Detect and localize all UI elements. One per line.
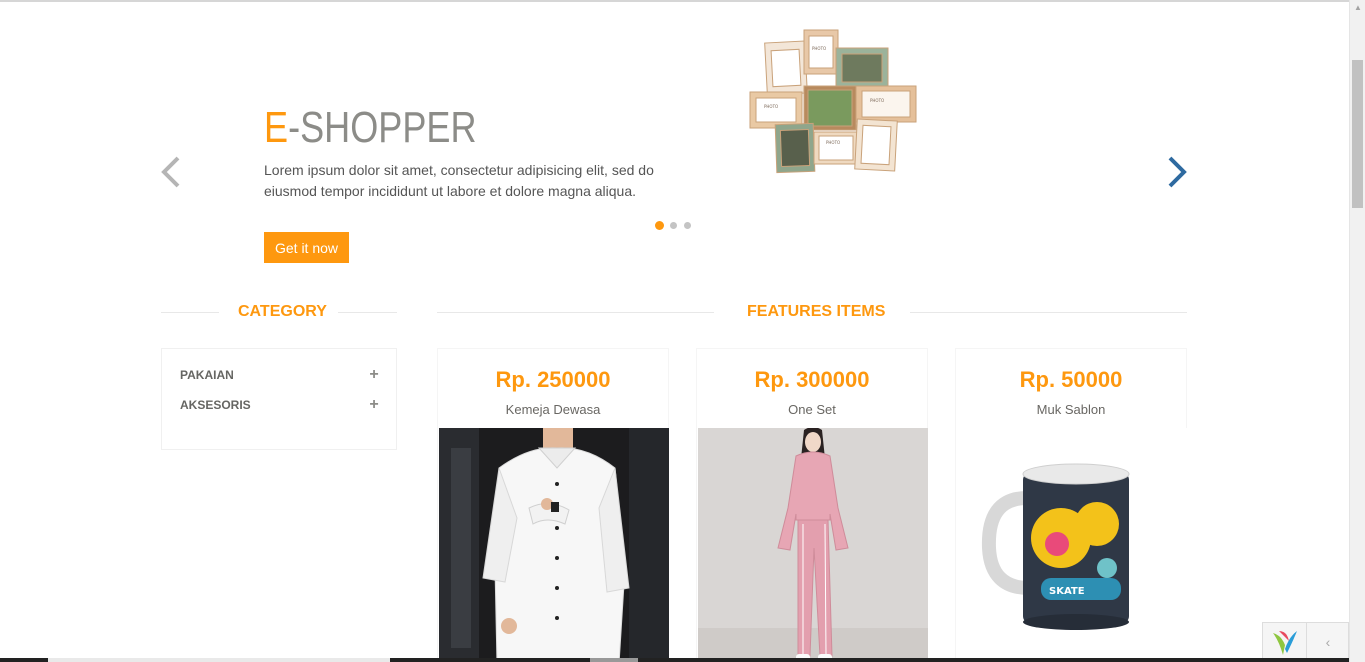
page-scrollbar[interactable]: ▲ [1349, 0, 1365, 662]
category-title-line-left [161, 312, 219, 313]
slider-brand-title: E-SHOPPER [264, 103, 477, 153]
slider-image-photo-frames: PHOTO PHOTO PHOTO PHOTO [748, 28, 920, 178]
yii-logo-icon[interactable] [1263, 623, 1307, 661]
bottom-strip [0, 658, 1349, 662]
product-name[interactable]: One Set [697, 402, 927, 417]
slider-dot-1[interactable] [655, 221, 664, 230]
svg-text:SKATE: SKATE [1049, 586, 1085, 597]
plus-icon[interactable]: + [368, 366, 380, 384]
category-label: PAKAIAN [180, 368, 234, 382]
get-it-now-button[interactable]: Get it now [264, 232, 349, 263]
features-title-line-left [437, 312, 714, 313]
top-border [0, 0, 1349, 2]
product-price: Rp. 300000 [754, 367, 870, 392]
svg-text:PHOTO: PHOTO [812, 46, 826, 51]
product-image-pink-tracksuit[interactable] [698, 428, 928, 662]
product-card[interactable]: Rp. 300000 One Set [696, 348, 928, 662]
product-card[interactable]: Rp. 50000 Muk Sablon SKATE [955, 348, 1187, 662]
chevron-right-icon [1168, 156, 1187, 188]
svg-text:PHOTO: PHOTO [764, 104, 778, 109]
slider-dot-3[interactable] [683, 221, 692, 230]
slider-description: Lorem ipsum dolor sit amet, consectetur … [264, 162, 654, 199]
category-item-pakaian[interactable]: PAKAIAN + [180, 365, 380, 385]
features-title: FEATURES ITEMS [747, 303, 886, 320]
product-price: Rp. 250000 [495, 367, 611, 392]
product-image-printed-mug[interactable]: SKATE [957, 428, 1187, 662]
scroll-up-arrow-icon[interactable]: ▲ [1350, 0, 1365, 16]
scrollbar-thumb[interactable] [1352, 60, 1363, 208]
debug-toolbar[interactable]: ‹ [1262, 622, 1349, 662]
slider-dot-2[interactable] [669, 221, 678, 230]
svg-text:PHOTO: PHOTO [870, 98, 884, 103]
product-name[interactable]: Kemeja Dewasa [438, 402, 668, 417]
brand-rest: -SHOPPER [288, 103, 477, 152]
product-card[interactable]: Rp. 250000 Kemeja Dewasa [437, 348, 669, 662]
chevron-left-icon [161, 156, 180, 188]
chevron-left-icon[interactable]: ‹ [1313, 629, 1343, 655]
svg-text:PHOTO: PHOTO [826, 140, 840, 145]
slider-next-arrow[interactable] [1160, 150, 1190, 194]
brand-accent: E [264, 103, 289, 152]
product-price: Rp. 50000 [1019, 367, 1123, 392]
features-title-line-right [910, 312, 1187, 313]
category-title: CATEGORY [238, 303, 327, 320]
category-label: AKSESORIS [180, 398, 251, 412]
product-name[interactable]: Muk Sablon [956, 402, 1186, 417]
product-image-white-shirt[interactable] [439, 428, 669, 662]
category-title-line-right [338, 312, 397, 313]
plus-icon[interactable]: + [368, 396, 380, 414]
category-panel: PAKAIAN + AKSESORIS + [161, 348, 397, 450]
category-item-aksesoris[interactable]: AKSESORIS + [180, 395, 380, 415]
slider-indicators [655, 221, 692, 230]
slider-prev-arrow[interactable] [158, 150, 188, 194]
